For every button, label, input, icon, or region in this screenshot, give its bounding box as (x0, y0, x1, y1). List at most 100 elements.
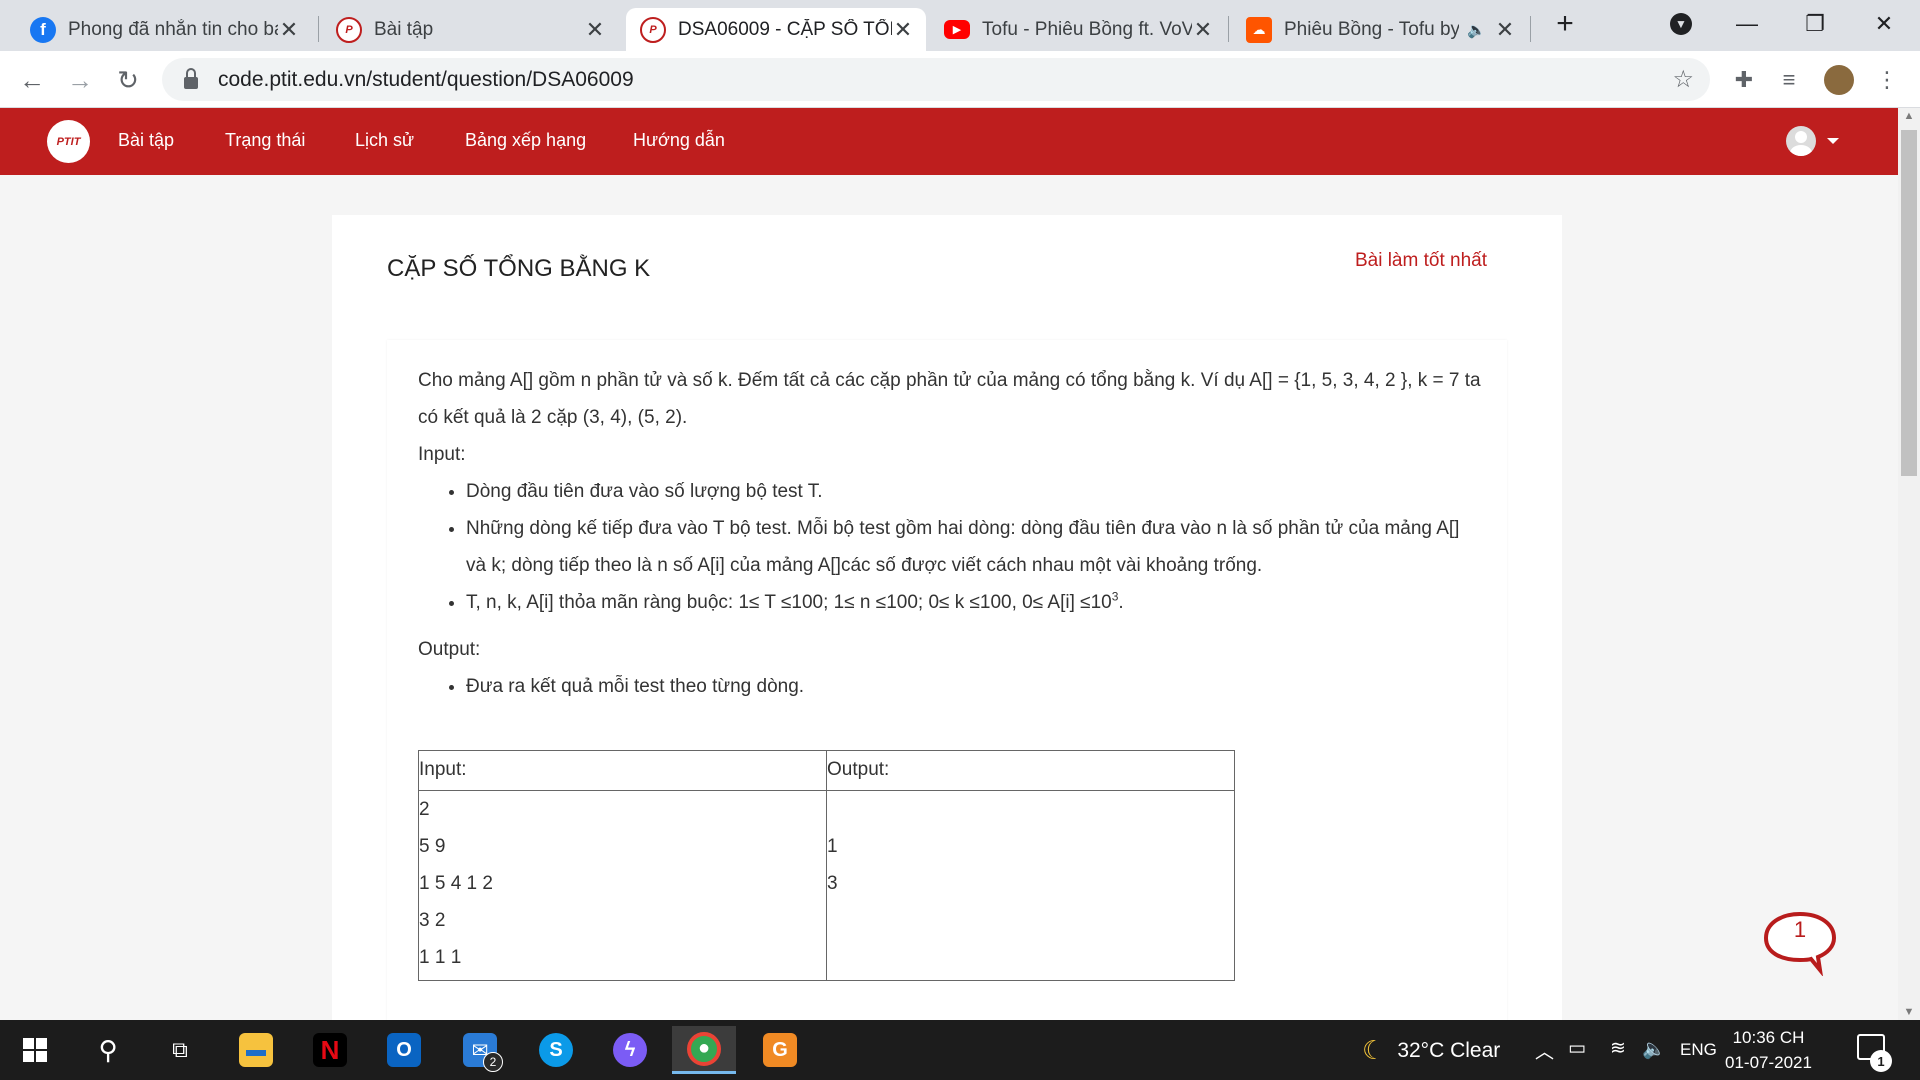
chrome-icon[interactable]: ● (672, 1026, 736, 1074)
tab-bai-tap[interactable]: P Bài tập ✕ (322, 8, 618, 51)
facebook-icon: f (30, 16, 56, 43)
system-clock[interactable]: 10:36 CH 01-07-2021 (1725, 1025, 1812, 1075)
sample-input-line: 2 (419, 799, 430, 820)
sample-output-line: 1 (827, 836, 838, 857)
tab-dsa06009[interactable]: P DSA06009 - CẶP SỐ TỔNG BẰNG K ✕ (626, 8, 926, 51)
weather-widget[interactable]: ☾ 32°C Clear (1362, 1035, 1500, 1066)
forward-button[interactable]: → (60, 60, 100, 100)
close-icon[interactable]: ✕ (584, 17, 606, 43)
nav-trang-thai[interactable]: Trạng thái (225, 130, 305, 151)
constraint-text: T, n, k, A[i] thỏa mãn ràng buộc: 1≤ T ≤… (466, 592, 1112, 613)
tab-youtube[interactable]: ▶ Tofu - Phiêu Bồng ft. VoVanDuc ✕ (930, 8, 1226, 51)
avatar-icon (1824, 65, 1854, 95)
minimize-button[interactable]: — (1718, 6, 1776, 42)
sample-input-cell: 2 5 9 1 5 4 1 2 3 2 1 1 1 (418, 790, 827, 981)
problem-intro: Cho mảng A[] gồm n phần tử và số k. Đếm … (418, 370, 1481, 428)
clock-date: 01-07-2021 (1725, 1053, 1812, 1072)
close-icon[interactable]: ✕ (1192, 17, 1214, 43)
chevron-down-icon: ▼ (1670, 13, 1692, 35)
search-icon[interactable]: ⚲ (78, 1026, 138, 1074)
chat-badge: 1 (1793, 917, 1807, 942)
windows-start-button[interactable] (5, 1026, 65, 1074)
close-icon[interactable]: ✕ (1494, 17, 1516, 43)
windows-logo-icon (23, 1038, 47, 1062)
tab-soundcloud[interactable]: ☁ Phiêu Bồng - Tofu by 🔈 ✕ (1232, 8, 1528, 51)
ptit-logo[interactable]: PTIT (47, 120, 90, 163)
input-list: Dòng đầu tiên đưa vào số lượng bộ test T… (418, 473, 1483, 621)
tab-facebook[interactable]: f Phong đã nhắn tin cho bạn ✕ (16, 8, 312, 51)
output-label: Output: (418, 639, 481, 660)
browser-toolbar: ← → ↻ code.ptit.edu.vn/student/question/… (0, 51, 1920, 108)
messenger-icon[interactable]: ϟ (600, 1026, 660, 1074)
task-view-icon[interactable]: ⧉ (150, 1026, 210, 1074)
mail-badge: 2 (483, 1052, 503, 1072)
battery-icon[interactable]: ▭ (1568, 1037, 1586, 1060)
file-explorer-icon[interactable]: ▬ (226, 1026, 286, 1074)
outlook-icon[interactable]: O (374, 1026, 434, 1074)
browser-tab-strip: f Phong đã nhắn tin cho bạn ✕ P Bài tập … (0, 0, 1920, 51)
tab-separator (1530, 16, 1531, 42)
sample-input-line: 5 9 (419, 836, 446, 857)
volume-icon[interactable]: 🔈 (1642, 1037, 1666, 1061)
notification-badge: 1 (1870, 1050, 1892, 1072)
sample-input-header: Input: (418, 750, 827, 791)
lock-icon (184, 67, 198, 89)
wifi-icon[interactable]: ≋ (1610, 1037, 1626, 1060)
close-icon[interactable]: ✕ (892, 17, 914, 43)
close-icon[interactable]: ✕ (278, 17, 300, 43)
address-url[interactable]: code.ptit.edu.vn/student/question/DSA060… (218, 68, 634, 92)
bookmark-star-icon[interactable]: ☆ (1672, 65, 1694, 94)
skype-icon[interactable]: S (526, 1026, 586, 1074)
scroll-down-arrow-icon[interactable]: ▼ (1898, 1006, 1920, 1018)
address-bar[interactable]: code.ptit.edu.vn/student/question/DSA060… (162, 58, 1710, 101)
back-button[interactable]: ← (12, 60, 52, 100)
problem-description: Cho mảng A[] gồm n phần tử và số k. Đếm … (387, 340, 1507, 1040)
chat-bubble-button[interactable]: 1 (1762, 910, 1838, 977)
tab-search-button[interactable]: ▼ (1652, 6, 1710, 42)
input-label: Input: (418, 444, 466, 465)
best-submission-link[interactable]: Bài làm tốt nhất (1355, 250, 1487, 272)
netflix-icon[interactable]: N (300, 1026, 360, 1074)
constraint-end: . (1118, 592, 1124, 613)
sample-output-header: Output: (826, 750, 1235, 791)
list-item: Dòng đầu tiên đưa vào số lượng bộ test T… (466, 473, 1483, 510)
moon-icon: ☾ (1362, 1035, 1386, 1065)
site-header: PTIT Bài tập Trạng thái Lịch sử Bảng xếp… (0, 108, 1898, 175)
scroll-up-arrow-icon[interactable]: ▲ (1898, 110, 1920, 122)
problem-card: CẶP SỐ TỔNG BẰNG K Bài làm tốt nhất Cho … (332, 215, 1562, 1040)
tab-separator (1228, 16, 1229, 42)
list-item: Những dòng kế tiếp đưa vào T bộ test. Mỗ… (466, 510, 1483, 584)
ptit-icon: P (336, 16, 362, 43)
tab-title: Phong đã nhắn tin cho bạn (68, 18, 278, 40)
nav-lich-su[interactable]: Lịch sử (355, 130, 414, 151)
profile-avatar[interactable] (1822, 63, 1856, 97)
new-tab-button[interactable]: + (1535, 6, 1595, 42)
output-list: Đưa ra kết quả mỗi test theo từng dòng. (418, 668, 1483, 705)
nav-huong-dan[interactable]: Hướng dẫn (633, 130, 725, 151)
youtube-icon: ▶ (944, 20, 970, 39)
sample-output-cell: 1 3 (826, 790, 1235, 981)
menu-kebab-icon[interactable]: ⋮ (1870, 63, 1904, 97)
media-control-icon[interactable]: ≡ (1772, 63, 1806, 97)
speaker-icon[interactable]: 🔈 (1467, 21, 1486, 39)
reload-button[interactable]: ↻ (108, 60, 148, 100)
language-indicator[interactable]: ENG (1680, 1040, 1717, 1060)
sample-table: Input: Output: 2 5 9 1 5 4 1 2 3 2 1 1 1… (418, 750, 1235, 981)
list-item: T, n, k, A[i] thỏa mãn ràng buộc: 1≤ T ≤… (466, 584, 1483, 621)
pdf-editor-icon[interactable]: G (750, 1026, 810, 1074)
nav-bai-tap[interactable]: Bài tập (118, 130, 174, 151)
tab-title: Tofu - Phiêu Bồng ft. VoVanDuc (982, 18, 1192, 40)
user-avatar[interactable] (1786, 126, 1816, 156)
nav-bang-xep-hang[interactable]: Bảng xếp hạng (465, 130, 586, 151)
page-scrollbar[interactable]: ▲ ▼ (1898, 108, 1920, 1020)
weather-text: 32°C Clear (1397, 1038, 1501, 1062)
extensions-icon[interactable]: ✚ (1727, 63, 1761, 97)
restore-button[interactable]: ❐ (1786, 6, 1844, 42)
windows-taskbar: ⚲ ⧉ ▬ N O ✉ 2 S ϟ ● G ☾ 32°C Clear ︿ ▭ ≋… (0, 1020, 1920, 1080)
mail-icon[interactable]: ✉ 2 (450, 1026, 510, 1074)
caret-down-icon[interactable] (1827, 138, 1839, 144)
scroll-thumb[interactable] (1901, 130, 1917, 476)
window-close-button[interactable]: ✕ (1855, 6, 1913, 42)
tab-separator (318, 16, 319, 42)
tray-chevron-up-icon[interactable]: ︿ (1535, 1037, 1554, 1064)
